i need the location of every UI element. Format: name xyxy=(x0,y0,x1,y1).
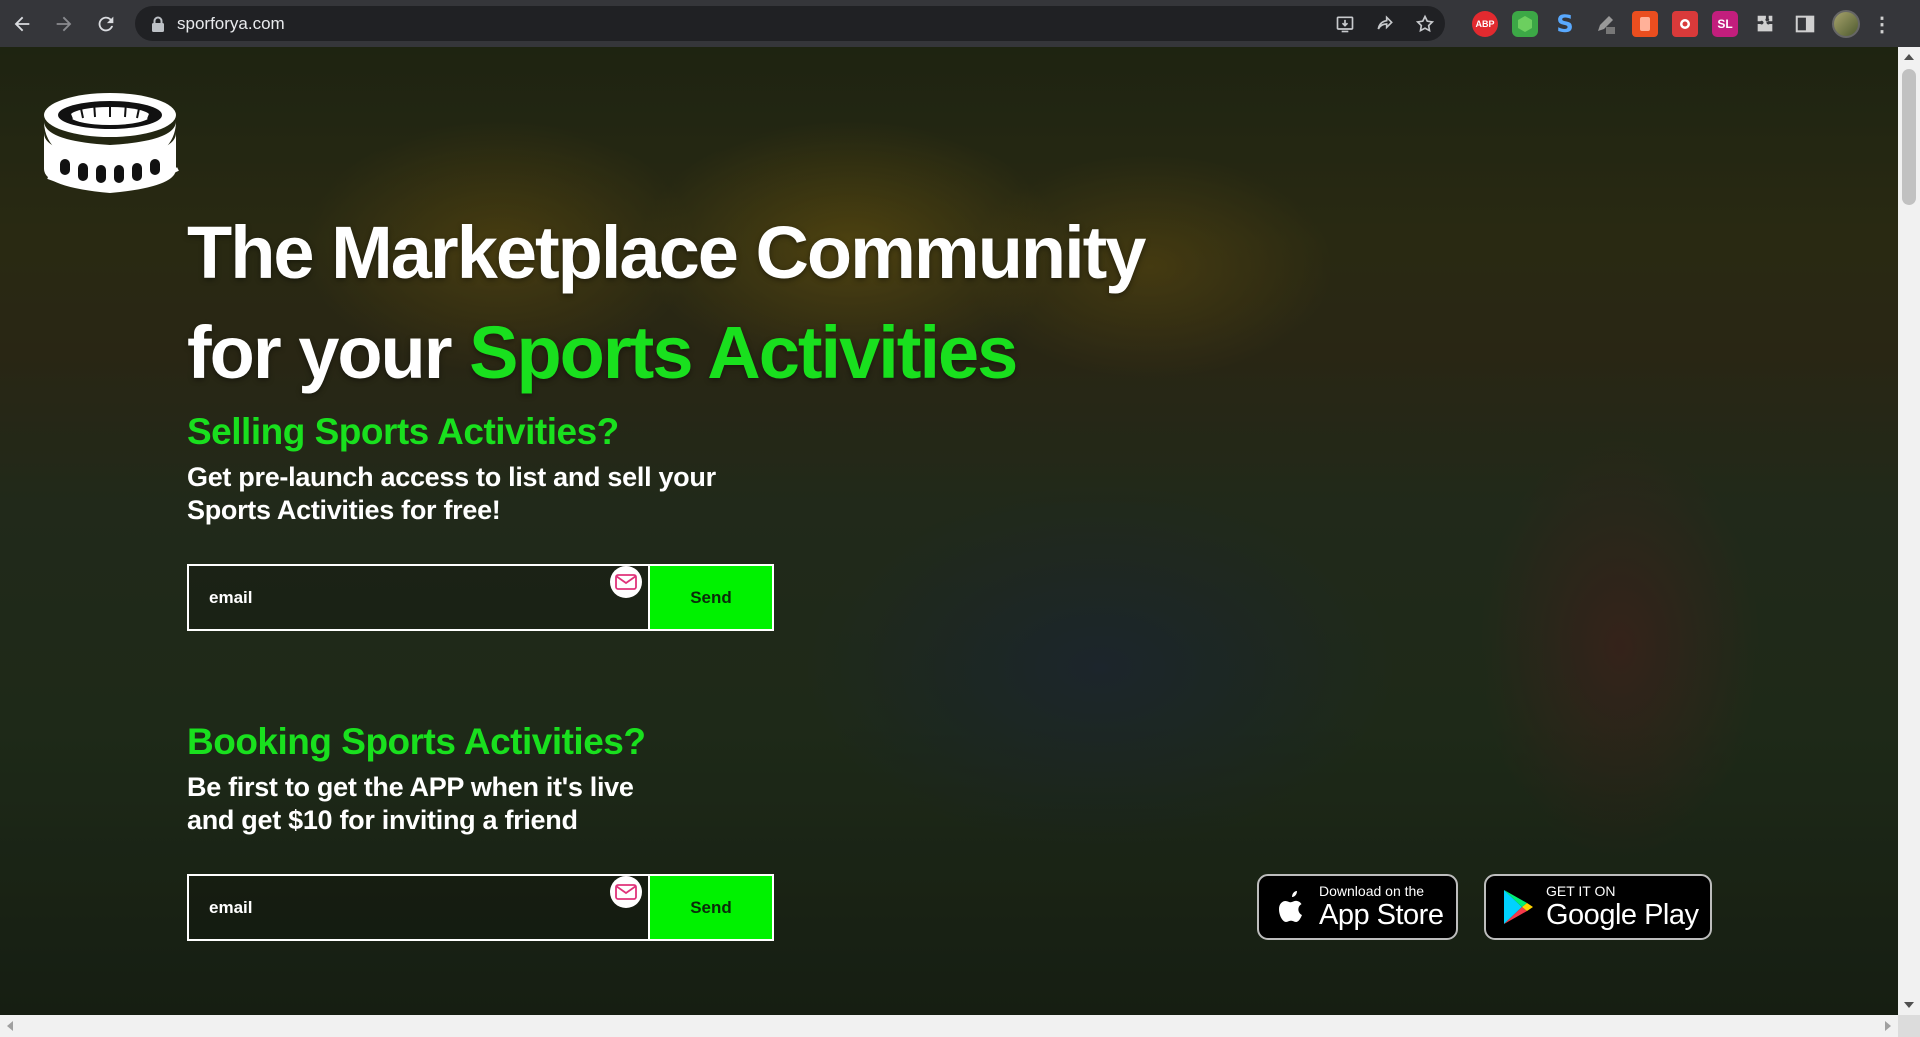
seller-email-form: Send xyxy=(187,564,774,631)
mail-extension-icon[interactable] xyxy=(610,876,642,908)
google-play-icon xyxy=(1504,890,1533,924)
bookmark-star-icon[interactable] xyxy=(1413,12,1437,36)
ghostery-icon[interactable] xyxy=(1512,11,1538,37)
reload-icon xyxy=(98,16,114,31)
stadium-logo-icon[interactable] xyxy=(38,89,183,197)
mail-extension-icon[interactable] xyxy=(610,566,642,598)
scroll-down-arrow-icon[interactable] xyxy=(1904,1002,1914,1008)
page-viewport: The Marketplace Community for your Sport… xyxy=(0,47,1898,1015)
back-button[interactable] xyxy=(2,4,42,44)
booker-email-input[interactable] xyxy=(187,874,650,941)
forward-button[interactable] xyxy=(44,4,84,44)
arrow-right-icon xyxy=(56,16,72,31)
selling-title: Selling Sports Activities? xyxy=(187,411,619,452)
booking-subtitle-line-1: Be first to get the APP when it's live xyxy=(187,772,634,802)
vertical-scroll-thumb[interactable] xyxy=(1902,69,1916,205)
scroll-left-arrow-icon[interactable] xyxy=(7,1021,13,1031)
hero-section: The Marketplace Community for your Sport… xyxy=(0,47,1898,1015)
scroll-right-arrow-icon[interactable] xyxy=(1885,1021,1891,1031)
seller-send-button[interactable]: Send xyxy=(650,564,774,631)
booker-send-button[interactable]: Send xyxy=(650,874,774,941)
s-extension-icon[interactable]: S xyxy=(1552,10,1578,38)
headline-line-1: The Marketplace Community xyxy=(187,211,1146,294)
kebab-menu-icon[interactable]: ⋮ xyxy=(1872,11,1892,37)
google-play-badge[interactable]: GET IT ON Google Play xyxy=(1484,874,1712,940)
pencil-extension-icon[interactable] xyxy=(1592,11,1618,37)
browser-toolbar: sporforya.com ABP S SL ⋮ xyxy=(0,0,1920,47)
lock-icon xyxy=(152,16,164,32)
selling-subtitle: Get pre-launch access to list and sell y… xyxy=(187,461,787,527)
headline-line-2-accent: Sports Activities xyxy=(469,311,1018,394)
horizontal-scrollbar[interactable] xyxy=(0,1015,1898,1037)
apple-icon xyxy=(1279,891,1302,922)
selling-subtitle-line-2: Sports Activities for free! xyxy=(187,495,501,525)
side-panel-icon[interactable] xyxy=(1792,11,1818,37)
app-store-badge[interactable]: Download on the App Store xyxy=(1257,874,1458,940)
sl-extension-icon[interactable]: SL xyxy=(1712,11,1738,37)
share-icon[interactable] xyxy=(1373,12,1397,36)
vertical-scrollbar[interactable] xyxy=(1898,47,1920,1015)
puzzle-extensions-icon[interactable] xyxy=(1752,11,1778,37)
google-play-small-text: GET IT ON xyxy=(1546,883,1616,899)
booking-title: Booking Sports Activities? xyxy=(187,721,646,762)
scroll-up-arrow-icon[interactable] xyxy=(1904,54,1914,60)
extensions-bar: ABP S SL ⋮ xyxy=(1472,10,1892,38)
booking-subtitle: Be first to get the APP when it's live a… xyxy=(187,771,787,837)
selling-subtitle-line-1: Get pre-launch access to list and sell y… xyxy=(187,462,716,492)
orange-extension-icon[interactable] xyxy=(1632,11,1658,37)
profile-avatar[interactable] xyxy=(1832,10,1860,38)
url-text: sporforya.com xyxy=(177,13,285,33)
headline-line-2-prefix: for your xyxy=(187,311,470,394)
app-store-small-text: Download on the xyxy=(1319,883,1425,899)
google-play-big-text: Google Play xyxy=(1546,899,1699,931)
address-bar[interactable]: sporforya.com xyxy=(135,6,1445,41)
booker-email-form: Send xyxy=(187,874,774,941)
scrollbar-corner xyxy=(1898,1015,1920,1037)
hero-headline: The Marketplace Community for your Sport… xyxy=(187,203,1237,403)
adblock-plus-icon[interactable]: ABP xyxy=(1472,11,1498,37)
app-store-big-text: App Store xyxy=(1319,899,1444,931)
arrow-left-icon xyxy=(14,16,30,31)
reload-button[interactable] xyxy=(86,4,126,44)
seller-email-input[interactable] xyxy=(187,564,650,631)
install-app-icon[interactable] xyxy=(1333,12,1357,36)
booking-subtitle-line-2: and get $10 for inviting a friend xyxy=(187,805,578,835)
camera-extension-icon[interactable] xyxy=(1672,11,1698,37)
